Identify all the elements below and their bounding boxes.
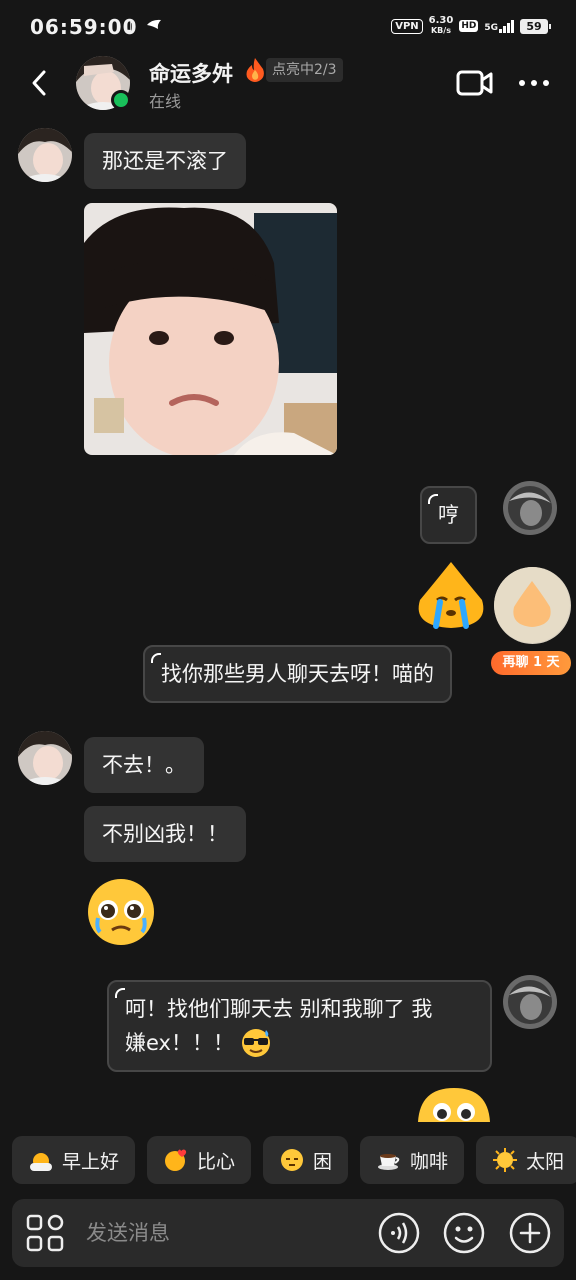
apps-grid-icon xyxy=(26,1214,64,1252)
message-bubble-incoming[interactable]: 那还是不滚了 xyxy=(84,133,246,189)
chat-screen: 06:59:00 ♪ VPN 6.30 KB/s HD 5G 59 命运多舛 点… xyxy=(0,0,576,1280)
sender-avatar[interactable] xyxy=(18,731,72,785)
pleading-face-emoji-icon[interactable] xyxy=(84,878,158,946)
emoji-button[interactable] xyxy=(443,1212,485,1254)
coffee-cup-emoji-icon xyxy=(378,1154,400,1170)
quick-reply-label: 困 xyxy=(313,1150,333,1173)
message-bubble-outgoing[interactable]: 找你那些男人聊天去呀！喵的 xyxy=(143,645,452,703)
vpn-badge: VPN xyxy=(391,18,423,34)
more-dots-icon xyxy=(519,80,549,86)
signal-strength-icon xyxy=(499,19,514,33)
message-bubble-outgoing[interactable]: 呵！找他们聊天去 别和我聊了 我 嫌ex！！！ xyxy=(107,980,492,1072)
message-text: 找你那些男人聊天去呀！喵的 xyxy=(161,662,434,686)
contact-name[interactable]: 命运多舛 xyxy=(149,58,233,88)
crying-emoji-icon[interactable] xyxy=(412,560,490,632)
bubble-corner-decoration xyxy=(115,988,125,998)
battery-icon: 59 xyxy=(520,18,551,34)
network-type: 5G xyxy=(484,23,498,33)
quick-reply-chip[interactable]: 困 xyxy=(263,1136,349,1184)
net-speed: 6.30 KB/s xyxy=(429,16,454,36)
status-bar: 06:59:00 ♪ VPN 6.30 KB/s HD 5G 59 xyxy=(0,0,576,54)
quick-reply-label: 咖啡 xyxy=(410,1150,449,1173)
quick-reply-chip[interactable]: 太阳 xyxy=(476,1136,576,1184)
my-avatar[interactable] xyxy=(503,975,557,1029)
message-bubble-outgoing[interactable]: 哼 xyxy=(420,486,477,544)
online-indicator xyxy=(111,90,131,110)
back-button[interactable] xyxy=(24,66,54,100)
online-status: 在线 xyxy=(149,92,182,111)
message-text: 哼 xyxy=(438,503,459,527)
message-text-line: 呵！找他们聊天去 别和我聊了 我 xyxy=(125,997,433,1021)
my-avatar[interactable] xyxy=(503,481,557,535)
streak-badge[interactable]: 点亮中2/3 xyxy=(266,58,343,82)
signal-5g: 5G xyxy=(484,19,514,33)
quick-reply-label: 早上好 xyxy=(62,1150,120,1173)
message-bubble-incoming[interactable]: 不别凶我！！ xyxy=(84,806,246,862)
net-speed-unit: KB/s xyxy=(430,26,451,35)
video-camera-icon xyxy=(456,70,493,96)
more-actions-plus-button[interactable] xyxy=(509,1212,551,1254)
quick-reply-chip[interactable]: 咖啡 xyxy=(360,1136,465,1184)
sender-avatar[interactable] xyxy=(18,128,72,182)
hd-badge: HD xyxy=(459,20,479,32)
chat-streak-tag: 再聊 1 天 xyxy=(491,651,571,675)
quick-reply-label: 太阳 xyxy=(526,1150,565,1173)
finger-heart-emoji-icon xyxy=(165,1149,187,1171)
quick-reply-label: 比心 xyxy=(197,1150,236,1173)
chat-header: 命运多舛 点亮中2/3 在线 xyxy=(0,54,576,114)
bubble-corner-decoration xyxy=(428,494,438,504)
message-input-bar xyxy=(12,1199,564,1267)
video-call-button[interactable] xyxy=(456,68,494,98)
net-speed-value: 6.30 xyxy=(428,15,454,26)
voice-wave-icon xyxy=(378,1212,420,1254)
quick-reply-chip[interactable]: 比心 xyxy=(147,1136,252,1184)
status-time: 06:59:00 xyxy=(30,15,138,39)
bubble-corner-decoration xyxy=(151,653,161,663)
chevron-left-icon xyxy=(32,70,46,96)
message-input[interactable] xyxy=(86,1217,366,1249)
apps-grid-button[interactable] xyxy=(26,1214,64,1252)
bird-notification-icon xyxy=(146,18,162,36)
quick-reply-chip[interactable]: 早上好 xyxy=(12,1136,136,1184)
sleepy-face-emoji-icon xyxy=(281,1149,304,1171)
plus-icon xyxy=(509,1212,551,1254)
voice-message-button[interactable] xyxy=(378,1212,420,1254)
sunglasses-sweat-emoji-icon xyxy=(241,1029,270,1057)
peeking-emoji-icon[interactable] xyxy=(416,1086,492,1122)
crying-child-sticker-image[interactable] xyxy=(84,203,337,455)
message-bubble-incoming[interactable]: 不去！。 xyxy=(84,737,204,793)
status-indicators: VPN 6.30 KB/s HD 5G 59 xyxy=(391,16,551,36)
message-text-line: 嫌ex！！！ xyxy=(125,1031,234,1055)
sun-emoji-icon xyxy=(493,1148,518,1172)
pet-avatar[interactable] xyxy=(494,567,571,644)
quick-reply-bar: 早上好 比心 困 咖啡 太阳 xyxy=(12,1136,576,1184)
more-options-button[interactable] xyxy=(516,68,552,98)
fire-icon xyxy=(246,58,264,82)
tiktok-notification-icon: ♪ xyxy=(126,18,136,36)
smiley-face-icon xyxy=(443,1212,485,1254)
sunrise-emoji-icon xyxy=(30,1153,52,1171)
